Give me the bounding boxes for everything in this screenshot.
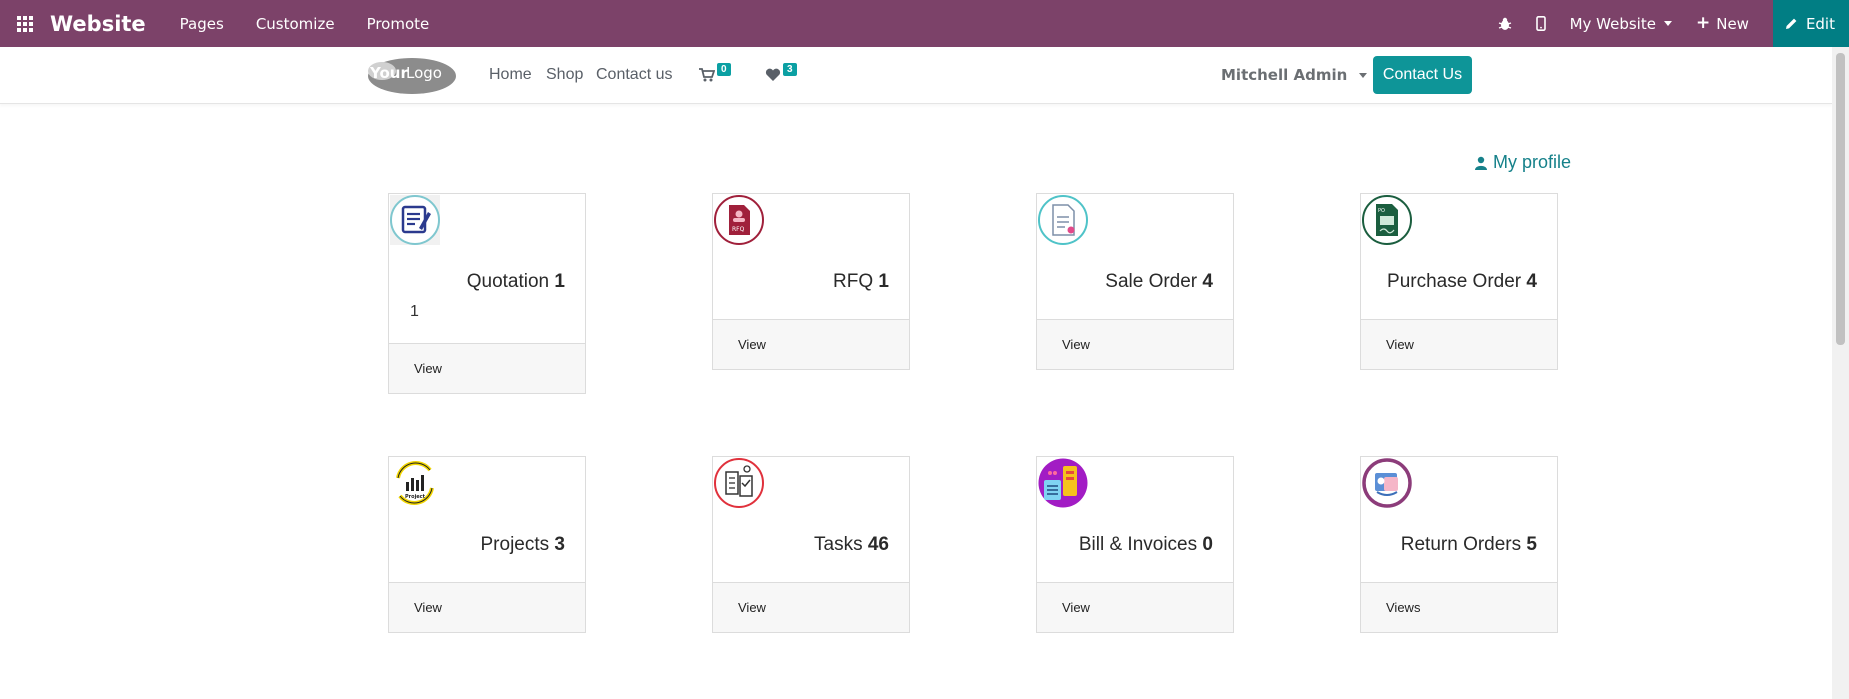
company-logo[interactable]: Your Logo [362, 55, 457, 95]
quotation-icon [390, 195, 440, 245]
heart-icon [765, 68, 781, 81]
card-title: Bill & Invoices 0 [1078, 534, 1213, 555]
contact-us-button[interactable]: Contact Us [1373, 56, 1472, 94]
bill-invoices-icon [1038, 458, 1088, 508]
card-title: Quotation 1 [466, 271, 565, 292]
view-quotation-link[interactable]: View [414, 361, 442, 376]
card-footer: View [389, 582, 585, 632]
card-footer: View [1361, 319, 1557, 369]
card-tasks: Tasks 46 View [712, 456, 910, 633]
menu-customize[interactable]: Customize [256, 15, 335, 33]
wishlist-button[interactable]: 3 [765, 47, 797, 103]
card-count: 4 [1526, 271, 1537, 292]
user-icon [1475, 156, 1487, 170]
view-purchase-order-link[interactable]: View [1386, 337, 1414, 352]
card-subcount: 1 [410, 303, 419, 320]
card-count: 1 [554, 271, 565, 292]
view-return-orders-link[interactable]: Views [1386, 600, 1420, 615]
card-footer: View [713, 582, 909, 632]
card-count: 0 [1202, 534, 1213, 555]
my-website-dropdown[interactable]: My Website [1570, 15, 1672, 33]
card-rfq: RFQ RFQ 1 View [712, 193, 910, 370]
nav-shop[interactable]: Shop [546, 47, 583, 103]
cart-button[interactable]: 0 [699, 47, 731, 103]
cart-count-badge: 0 [717, 62, 731, 76]
card-purchase-order: PO Purchase Order 4 View [1360, 193, 1558, 370]
website-header: Your Logo Home Shop Contact us 0 3 Mitch… [0, 47, 1832, 104]
purchase-order-icon: PO [1362, 195, 1412, 245]
new-button[interactable]: + New [1696, 15, 1749, 33]
rfq-icon: RFQ [714, 195, 764, 245]
page-scrollbar[interactable] [1832, 47, 1849, 699]
user-menu[interactable]: Mitchell Admin [1221, 47, 1368, 103]
mobile-preview-button[interactable] [1535, 16, 1546, 31]
plus-icon: + [1695, 13, 1711, 33]
card-title: Return Orders 5 [1400, 534, 1537, 555]
card-title: RFQ 1 [833, 271, 889, 292]
app-brand[interactable]: Website [50, 12, 146, 36]
edit-button[interactable]: Edit [1772, 0, 1849, 47]
debug-button[interactable] [1498, 17, 1512, 31]
view-bill-invoices-link[interactable]: View [1062, 600, 1090, 615]
menu-pages[interactable]: Pages [180, 15, 224, 33]
card-title: Purchase Order 4 [1387, 271, 1537, 292]
card-count: 46 [867, 534, 889, 555]
wishlist-count-badge: 3 [783, 62, 797, 76]
card-title: Sale Order 4 [1105, 271, 1213, 292]
sale-order-icon [1038, 195, 1088, 245]
card-footer: Views [1361, 582, 1557, 632]
card-count: 1 [878, 271, 889, 292]
card-bill-invoices: Bill & Invoices 0 View [1036, 456, 1234, 633]
my-website-label: My Website [1569, 14, 1656, 33]
projects-icon: Project [390, 458, 440, 508]
tasks-icon [714, 458, 764, 508]
card-title: Projects 3 [480, 534, 566, 555]
new-label: New [1716, 14, 1749, 33]
card-footer: View [1037, 319, 1233, 369]
admin-topbar: Website Pages Customize Promote My Websi… [0, 0, 1849, 47]
svg-text:PO: PO [1378, 208, 1385, 214]
scrollbar-thumb[interactable] [1836, 53, 1845, 345]
view-projects-link[interactable]: View [414, 600, 442, 615]
nav-contact-us[interactable]: Contact us [596, 47, 672, 103]
pencil-icon [1785, 18, 1797, 29]
topbar-right: My Website + New Edit [1498, 0, 1849, 47]
card-return-orders: Return Orders 5 Views [1360, 456, 1558, 633]
apps-menu-button[interactable] [0, 0, 50, 47]
return-orders-icon [1362, 458, 1412, 508]
card-footer: View [713, 319, 909, 369]
card-count: 4 [1202, 271, 1213, 292]
card-footer: View [389, 343, 585, 393]
caret-down-icon [1359, 72, 1368, 78]
view-tasks-link[interactable]: View [738, 600, 766, 615]
my-profile-label: My profile [1493, 152, 1572, 172]
card-projects: Project Projects 3 View [388, 456, 586, 633]
cart-icon [699, 68, 715, 82]
bug-icon [1498, 17, 1511, 30]
card-count: 3 [554, 534, 565, 555]
mobile-icon [1535, 16, 1546, 31]
nav-home[interactable]: Home [489, 47, 532, 103]
svg-text:Your: Your [369, 64, 408, 82]
my-profile-link[interactable]: My profile [1475, 152, 1571, 173]
menu-promote[interactable]: Promote [367, 15, 430, 33]
view-sale-order-link[interactable]: View [1062, 337, 1090, 352]
caret-down-icon [1663, 21, 1672, 26]
svg-text:Logo: Logo [406, 64, 442, 82]
view-rfq-link[interactable]: View [738, 337, 766, 352]
card-quotation: Quotation 1 1 View [388, 193, 586, 394]
svg-text:RFQ: RFQ [732, 226, 745, 233]
user-name: Mitchell Admin [1221, 66, 1348, 84]
svg-text:Project: Project [405, 494, 426, 500]
card-sale-order: Sale Order 4 View [1036, 193, 1234, 370]
card-title: Tasks 46 [814, 534, 889, 555]
card-count: 5 [1526, 534, 1537, 555]
edit-label: Edit [1805, 14, 1835, 33]
apps-grid-icon [17, 15, 33, 32]
card-footer: View [1037, 582, 1233, 632]
